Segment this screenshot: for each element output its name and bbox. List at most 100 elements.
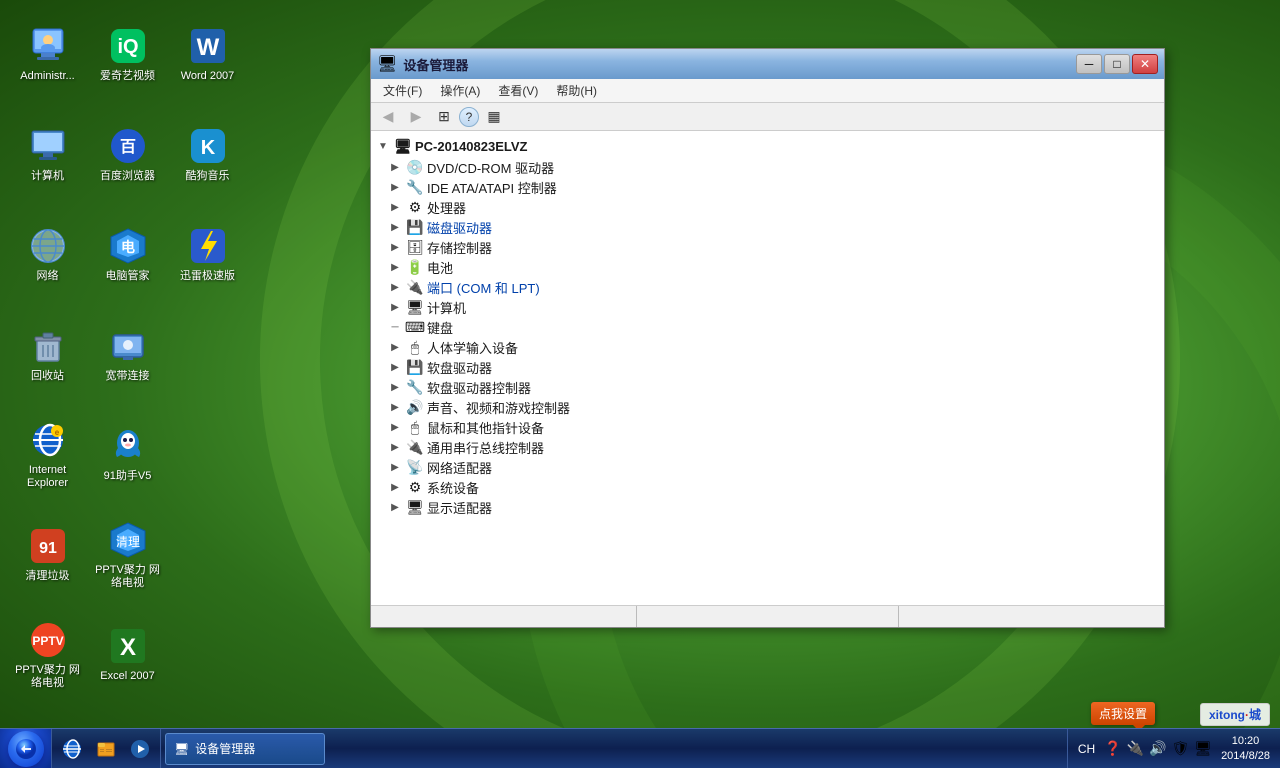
tray-speaker-icon[interactable]: 🔊	[1148, 740, 1167, 757]
menu-action[interactable]: 操作(A)	[432, 80, 488, 101]
icon-excel[interactable]: X Excel 2007	[90, 610, 165, 700]
pcmgr-icon: 电	[108, 226, 148, 266]
item-label-12: 声音、视频和游戏控制器	[427, 398, 570, 417]
tree-item-17[interactable]: ▶ 🖥 显示适配器	[371, 497, 1164, 517]
icon-word2007[interactable]: W Word 2007	[170, 10, 245, 100]
expand-icon-0[interactable]: ▶	[387, 159, 403, 175]
close-button[interactable]: ✕	[1132, 54, 1158, 74]
icon-baidu[interactable]: 百 百度浏览器	[90, 110, 165, 200]
menu-view[interactable]: 查看(V)	[490, 80, 546, 101]
tree-item-13[interactable]: ▶ 🖱 鼠标和其他指针设备	[371, 417, 1164, 437]
expand-icon-16[interactable]: ▶	[387, 479, 403, 495]
tree-item-2[interactable]: ▶ ⚙ 处理器	[371, 197, 1164, 217]
maximize-button[interactable]: □	[1104, 54, 1130, 74]
forward-button[interactable]: ▶	[403, 106, 429, 128]
tree-item-9[interactable]: ▶ 🖱 人体学输入设备	[371, 337, 1164, 357]
taskbar-app-devmgr[interactable]: 🖥 设备管理器	[165, 733, 325, 765]
expand-icon-5[interactable]: ▶	[387, 259, 403, 275]
icon-computer[interactable]: 计算机	[10, 110, 85, 200]
window-content[interactable]: ▼ 🖥 PC-20140823ELVZ ▶ 💿 DVD/CD-ROM 驱动器 ▶…	[371, 131, 1164, 605]
item-icon-16: ⚙	[406, 478, 424, 496]
expand-icon-7[interactable]: ▶	[387, 299, 403, 315]
tree-item-1[interactable]: ▶ 🔧 IDE ATA/ATAPI 控制器	[371, 177, 1164, 197]
item-label-10: 软盘驱动器	[427, 358, 492, 377]
icon-broadband[interactable]: 宽带连接	[90, 310, 165, 400]
dianyishezhi-popup[interactable]: 点我设置	[1091, 702, 1155, 725]
back-button[interactable]: ◀	[375, 106, 401, 128]
root-label: PC-20140823ELVZ	[415, 139, 528, 154]
item-label-5: 电池	[427, 258, 453, 277]
item-icon-1: 🔧	[406, 178, 424, 196]
taskbar-ie-button[interactable]	[56, 733, 88, 765]
item-icon-4: 🗄	[406, 238, 424, 256]
tree-item-12[interactable]: ▶ 🔊 声音、视频和游戏控制器	[371, 397, 1164, 417]
start-button[interactable]	[0, 729, 52, 768]
tree-item-15[interactable]: ▶ 📡 网络适配器	[371, 457, 1164, 477]
icon-thunder[interactable]: 迅雷极速版	[170, 210, 245, 300]
expand-icon-3[interactable]: ▶	[387, 219, 403, 235]
expand-icon-8[interactable]: ─	[387, 319, 403, 335]
icon-qq[interactable]: 91助手V5	[90, 410, 165, 500]
status-section-2	[637, 606, 899, 627]
expand-icon-2[interactable]: ▶	[387, 199, 403, 215]
icon-iqiyi[interactable]: iQ 爱奇艺视频	[90, 10, 165, 100]
expand-icon-13[interactable]: ▶	[387, 419, 403, 435]
icon-clean[interactable]: 清理 PPTV聚力 网络电视	[90, 510, 165, 600]
menu-help[interactable]: 帮助(H)	[548, 80, 605, 101]
tree-item-4[interactable]: ▶ 🗄 存储控制器	[371, 237, 1164, 257]
expand-icon-17[interactable]: ▶	[387, 499, 403, 515]
expand-icon-6[interactable]: ▶	[387, 279, 403, 295]
tray-help-icon[interactable]: ❓	[1103, 740, 1122, 757]
tray-network-icon[interactable]: 🔌	[1126, 740, 1145, 757]
tree-item-11[interactable]: ▶ 🔧 软盘驱动器控制器	[371, 377, 1164, 397]
baidu-label: 百度浏览器	[100, 170, 155, 183]
tree-item-5[interactable]: ▶ 🔋 电池	[371, 257, 1164, 277]
tree-item-6[interactable]: ▶ 🔌 端口 (COM 和 LPT)	[371, 277, 1164, 297]
tree-item-14[interactable]: ▶ 🔌 通用串行总线控制器	[371, 437, 1164, 457]
props-button[interactable]: ▦	[481, 106, 507, 128]
expand-icon-10[interactable]: ▶	[387, 359, 403, 375]
clean-label: PPTV聚力 网络电视	[95, 564, 160, 590]
iqiyi-label: 爱奇艺视频	[100, 70, 155, 83]
window-toolbar: ◀ ▶ ⊞ ? ▦	[371, 103, 1164, 131]
help-button[interactable]: ?	[459, 107, 479, 127]
icon-recycle[interactable]: 回收站	[10, 310, 85, 400]
icon-pptv[interactable]: PPTV PPTV聚力 网络电视	[10, 610, 85, 700]
thunder-label: 迅雷极速版	[180, 270, 235, 283]
item-label-17: 显示适配器	[427, 498, 492, 517]
minimize-button[interactable]: ─	[1076, 54, 1102, 74]
tree-item-3[interactable]: ▶ 💾 磁盘驱动器	[371, 217, 1164, 237]
tree-item-8[interactable]: ─ ⌨ 键盘	[371, 317, 1164, 337]
tree-root[interactable]: ▼ 🖥 PC-20140823ELVZ	[371, 135, 1164, 157]
expand-icon-11[interactable]: ▶	[387, 379, 403, 395]
icon-ie[interactable]: e InternetExplorer	[10, 410, 85, 500]
icon-network[interactable]: 网络	[10, 210, 85, 300]
tree-item-7[interactable]: ▶ 🖥 计算机	[371, 297, 1164, 317]
show-hide-button[interactable]: ⊞	[431, 106, 457, 128]
expand-icon-12[interactable]: ▶	[387, 399, 403, 415]
tree-item-16[interactable]: ▶ ⚙ 系统设备	[371, 477, 1164, 497]
root-expand-icon: ▼	[375, 138, 391, 154]
expand-icon-4[interactable]: ▶	[387, 239, 403, 255]
expand-icon-14[interactable]: ▶	[387, 439, 403, 455]
xitong-logo[interactable]: xitong·城	[1200, 703, 1270, 726]
icon-pcmgr[interactable]: 电 电脑管家	[90, 210, 165, 300]
expand-icon-1[interactable]: ▶	[387, 179, 403, 195]
taskbar-explorer-button[interactable]	[90, 733, 122, 765]
item-icon-8: ⌨	[406, 318, 424, 336]
window-controls: ─ □ ✕	[1076, 54, 1158, 74]
icon-kugou[interactable]: K 酷狗音乐	[170, 110, 245, 200]
menu-file[interactable]: 文件(F)	[375, 80, 430, 101]
input-method[interactable]: CH	[1074, 742, 1099, 756]
tray-shield-icon[interactable]: 🛡	[1171, 740, 1191, 757]
tray-display-icon[interactable]: 🖥	[1193, 740, 1213, 757]
tree-item-0[interactable]: ▶ 💿 DVD/CD-ROM 驱动器	[371, 157, 1164, 177]
taskbar-app-label: 设备管理器	[195, 740, 255, 757]
expand-icon-9[interactable]: ▶	[387, 339, 403, 355]
tree-item-10[interactable]: ▶ 💾 软盘驱动器	[371, 357, 1164, 377]
expand-icon-15[interactable]: ▶	[387, 459, 403, 475]
icon-admin[interactable]: Administr...	[10, 10, 85, 100]
icon-91zs[interactable]: 91 清理垃圾	[10, 510, 85, 600]
tray-clock[interactable]: 10:20 2014/8/28	[1217, 734, 1274, 763]
taskbar-media-button[interactable]	[124, 733, 156, 765]
